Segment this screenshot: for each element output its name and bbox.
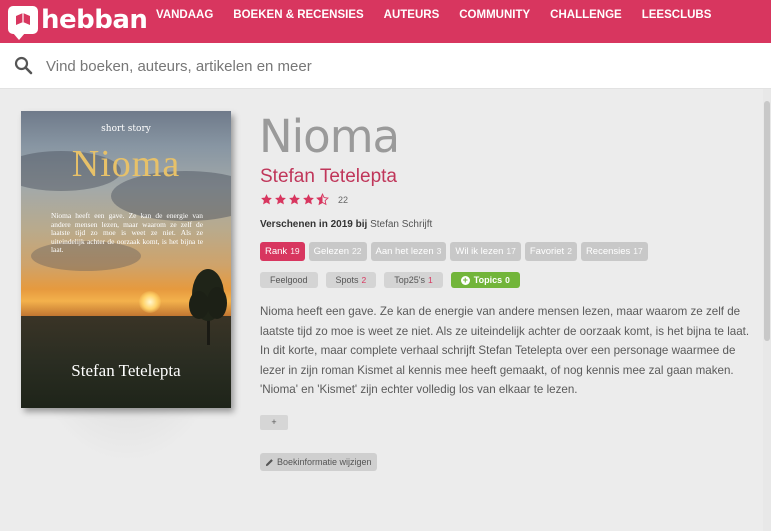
tag-top25s[interactable]: Top25's 1	[384, 272, 443, 288]
author-link[interactable]: Stefan Tetelepta	[260, 166, 397, 188]
tag-count: 1	[428, 275, 433, 285]
nav-challenge[interactable]: CHALLENGE	[550, 9, 622, 21]
tree-illustration	[189, 269, 227, 345]
cover-sun	[139, 291, 161, 313]
stat-count: 19	[290, 246, 300, 256]
nav-boeken-recensies[interactable]: BOEKEN & RECENSIES	[233, 9, 363, 21]
stat-label: Recensies	[585, 246, 631, 257]
recensies-button[interactable]: Recensies 17	[580, 242, 648, 261]
search-icon[interactable]	[14, 56, 33, 75]
stat-label: Gelezen	[313, 246, 350, 257]
publisher-link[interactable]: Stefan Schrijft	[370, 219, 432, 230]
aan-het-lezen-button[interactable]: Aan het lezen 3	[370, 242, 447, 261]
tag-label: Top25's	[394, 275, 426, 285]
edit-label: Boekinformatie wijzigen	[277, 457, 372, 467]
nav-community[interactable]: COMMUNITY	[459, 9, 530, 21]
hebban-logo[interactable]: hebban	[8, 3, 148, 40]
stat-label: Aan het lezen	[375, 246, 434, 257]
favoriet-button[interactable]: Favoriet 2	[524, 242, 577, 261]
published-label: Verschenen in 2019 bij	[260, 219, 368, 230]
tag-feelgood[interactable]: Feelgood	[260, 272, 318, 288]
stat-label: Wil ik lezen	[455, 246, 504, 257]
nav-leesclubs[interactable]: LEESCLUBS	[642, 9, 712, 21]
book-bubble-icon	[8, 6, 38, 40]
tag-buttons: Feelgood Spots 2 Top25's 1 + Topics 0	[260, 272, 528, 288]
published-info: Verschenen in 2019 bij Stefan Schrijft	[260, 219, 432, 230]
stat-count: 22	[352, 246, 362, 256]
cover-blurb: Nioma heeft een gave. Ze kan de energie …	[51, 211, 203, 255]
plus-circle-icon: +	[460, 274, 470, 285]
gelezen-button[interactable]: Gelezen 22	[308, 242, 367, 261]
rank-button[interactable]: Rank 19	[260, 242, 305, 261]
logo-text: hebban	[41, 5, 148, 35]
edit-book-info-button[interactable]: Boekinformatie wijzigen	[260, 453, 377, 471]
star-icon	[303, 194, 314, 205]
nav-auteurs[interactable]: AUTEURS	[384, 9, 440, 21]
cover-title: Nioma	[71, 143, 181, 185]
page-scrollbar[interactable]	[763, 89, 771, 531]
book-title: Nioma	[259, 110, 400, 163]
expand-button[interactable]: +	[260, 415, 288, 430]
stat-count: 3	[436, 246, 442, 256]
topics-button[interactable]: + Topics 0	[450, 272, 520, 288]
star-icon	[289, 194, 300, 205]
top-nav-bar: hebban VANDAAG BOEKEN & RECENSIES AUTEUR…	[0, 0, 771, 43]
tag-count: 0	[505, 275, 510, 285]
cover-author: Stefan Tetelepta	[71, 361, 181, 380]
stat-label: Rank	[265, 246, 288, 257]
rating-stars[interactable]: 22	[260, 193, 348, 206]
stats-buttons: Rank 19 Gelezen 22 Aan het lezen 3 Wil ik l…	[260, 242, 652, 261]
star-icon	[275, 194, 286, 205]
book-description: Nioma heeft een gave. Ze kan de energie …	[260, 305, 750, 397]
tag-label: Feelgood	[270, 275, 308, 285]
tag-count: 2	[361, 275, 367, 285]
rating-count: 22	[338, 194, 349, 205]
book-cover[interactable]: short story Nioma Nioma heeft een gave. …	[21, 111, 231, 408]
star-icon	[261, 194, 272, 205]
search-input[interactable]	[46, 55, 706, 77]
pencil-icon	[265, 458, 273, 466]
tag-label: Spots	[335, 275, 359, 285]
half-star-icon	[316, 193, 329, 206]
stat-count: 2	[567, 246, 572, 256]
cover-series-label: short story	[101, 124, 151, 134]
nav-vandaag[interactable]: VANDAAG	[156, 9, 213, 21]
stat-count: 17	[506, 246, 516, 256]
search-bar	[0, 43, 771, 89]
wil-ik-lezen-button[interactable]: Wil ik lezen 17	[450, 242, 521, 261]
stat-count: 17	[633, 246, 643, 256]
tag-label: Topics	[473, 275, 503, 285]
stat-label: Favoriet	[529, 246, 565, 257]
tag-spots[interactable]: Spots 2	[325, 272, 377, 288]
main-nav: VANDAAG BOEKEN & RECENSIES AUTEURS COMMU…	[156, 9, 731, 21]
scrollbar-thumb[interactable]	[764, 101, 770, 341]
